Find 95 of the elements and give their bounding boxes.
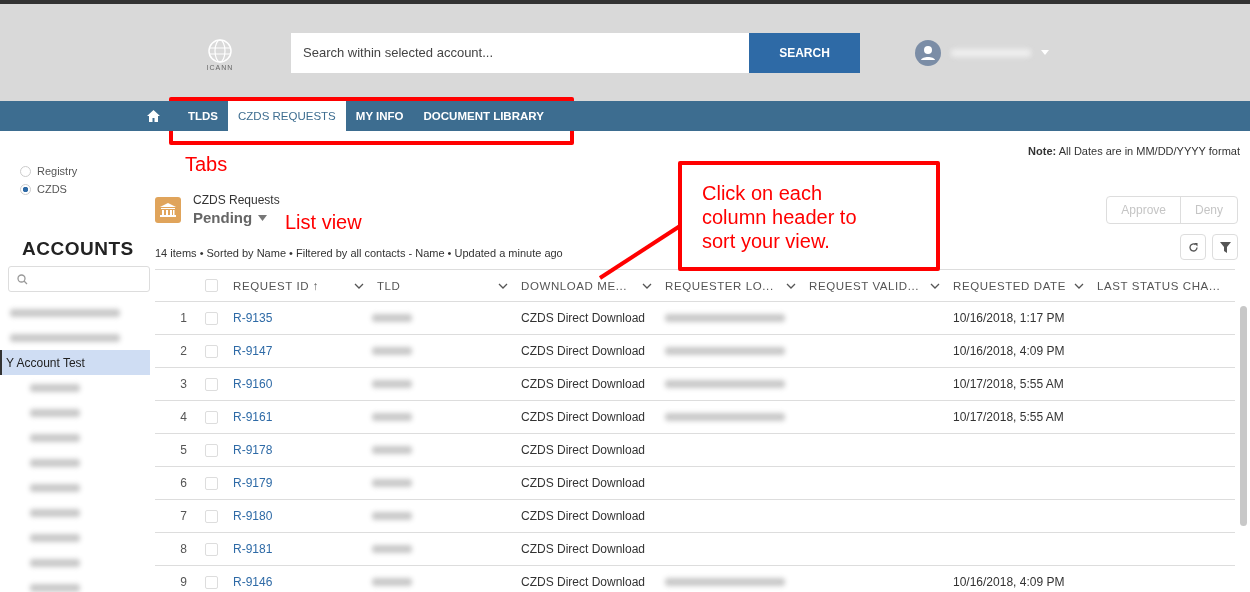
redacted-account[interactable] xyxy=(30,458,80,467)
chevron-down-icon[interactable] xyxy=(642,282,652,289)
search-button[interactable]: SEARCH xyxy=(749,32,860,73)
redacted-account[interactable] xyxy=(30,383,80,392)
filter-button[interactable] xyxy=(1212,234,1238,260)
refresh-button[interactable] xyxy=(1180,234,1206,260)
redacted-account[interactable] xyxy=(30,433,80,442)
table-cell: CZDS Direct Download xyxy=(521,542,646,556)
nav-tab[interactable]: MY INFO xyxy=(345,101,414,131)
request-link[interactable]: R-9180 xyxy=(233,509,273,523)
table-cell: 10/17/2018, 5:55 AM xyxy=(953,410,1064,424)
search-field[interactable] xyxy=(8,266,150,292)
redacted-account[interactable] xyxy=(30,508,80,517)
annotation-label: Tabs xyxy=(185,153,228,176)
list-view-selector[interactable]: Pending xyxy=(193,209,268,226)
request-link[interactable]: R-9178 xyxy=(233,443,273,457)
row-checkbox[interactable] xyxy=(205,509,218,523)
accounts-heading: ACCOUNTS xyxy=(22,238,134,260)
column-header[interactable]: REQUEST VALID... xyxy=(809,279,920,292)
annotation-callout: Click on each column header to sort your view. xyxy=(678,161,940,271)
scrollbar[interactable] xyxy=(1240,306,1247,526)
row-checkbox[interactable] xyxy=(205,344,218,358)
request-link[interactable]: R-9147 xyxy=(233,344,273,358)
redacted-account[interactable] xyxy=(30,408,80,417)
row-number: 6 xyxy=(180,476,187,490)
avatar-icon[interactable] xyxy=(915,39,941,66)
redacted-account[interactable] xyxy=(30,558,80,567)
redacted-account[interactable] xyxy=(30,583,80,592)
request-link[interactable]: R-9179 xyxy=(233,476,273,490)
row-checkbox[interactable] xyxy=(205,410,218,424)
date-format-note: Note: All Dates are in MM/DD/YYYY format xyxy=(1028,145,1241,157)
column-header[interactable]: REQUESTER LO... xyxy=(665,279,774,292)
table-cell: 10/16/2018, 4:09 PM xyxy=(953,575,1065,589)
object-label: CZDS Requests xyxy=(193,193,280,207)
caret-icon[interactable] xyxy=(258,214,268,221)
table-cell: 10/17/2018, 5:55 AM xyxy=(953,377,1064,391)
column-header[interactable]: LAST STATUS CHA... xyxy=(1097,279,1221,292)
table-cell: 10/16/2018, 4:09 PM xyxy=(953,344,1065,358)
chevron-down-icon[interactable] xyxy=(786,282,796,289)
table-cell: CZDS Direct Download xyxy=(521,575,646,589)
nav-tab[interactable]: DOCUMENT LIBRARY xyxy=(413,101,554,131)
list-summary: 14 items • Sorted by Name • Filtered by all contacts - Name • Updated a minute ago xyxy=(155,247,563,259)
nav-tab[interactable]: CZDS REQUESTS xyxy=(228,101,346,131)
request-link[interactable]: R-9181 xyxy=(233,542,273,556)
chevron-down-icon[interactable] xyxy=(354,282,364,289)
table-cell: CZDS Direct Download xyxy=(521,311,646,325)
account-item[interactable]: Y Account Test xyxy=(0,350,150,375)
request-link[interactable]: R-9135 xyxy=(233,311,273,325)
row-number: 5 xyxy=(180,443,187,457)
building-icon xyxy=(155,196,181,223)
row-number: 2 xyxy=(180,344,187,358)
row-checkbox[interactable] xyxy=(205,542,218,556)
row-number: 3 xyxy=(180,377,187,391)
table-cell: 10/16/2018, 1:17 PM xyxy=(953,311,1065,325)
column-header[interactable]: TLD xyxy=(377,279,401,292)
request-link[interactable]: R-9161 xyxy=(233,410,273,424)
row-number: 8 xyxy=(180,542,187,556)
row-checkbox[interactable] xyxy=(205,311,218,325)
search-field[interactable]: Search within selected account... xyxy=(291,32,749,73)
chevron-down-icon[interactable] xyxy=(930,282,940,289)
row-checkbox[interactable] xyxy=(205,575,218,589)
column-header[interactable]: REQUESTED DATE xyxy=(953,279,1066,292)
column-header[interactable]: REQUEST ID ↑ xyxy=(233,279,320,292)
table-cell: CZDS Direct Download xyxy=(521,377,646,391)
filter-icon[interactable] xyxy=(1219,241,1231,253)
table-cell: CZDS Direct Download xyxy=(521,443,646,457)
column-header[interactable]: DOWNLOAD ME... xyxy=(521,279,628,292)
row-checkbox[interactable] xyxy=(205,476,218,490)
search-icon xyxy=(17,273,28,285)
row-number: 1 xyxy=(180,311,187,325)
nav-tab[interactable]: TLDS xyxy=(178,101,229,131)
table-cell: CZDS Direct Download xyxy=(521,509,646,523)
radio-option[interactable]: CZDS xyxy=(0,180,67,198)
select-all-checkbox[interactable] xyxy=(205,279,218,292)
row-number: 9 xyxy=(180,575,187,589)
redacted-account[interactable] xyxy=(10,333,120,342)
row-number: 4 xyxy=(180,410,187,424)
redacted-account[interactable] xyxy=(10,308,120,317)
table-cell: CZDS Direct Download xyxy=(521,344,646,358)
radio-option[interactable]: Registry xyxy=(0,162,78,180)
request-link[interactable]: R-9146 xyxy=(233,575,273,589)
table-cell: CZDS Direct Download xyxy=(521,476,646,490)
chevron-down-icon[interactable] xyxy=(1074,282,1084,289)
row-number: 7 xyxy=(180,509,187,523)
row-checkbox[interactable] xyxy=(205,377,218,391)
request-link[interactable]: R-9160 xyxy=(233,377,273,391)
home-icon[interactable] xyxy=(147,110,160,122)
table-cell: CZDS Direct Download xyxy=(521,410,646,424)
chevron-down-icon[interactable] xyxy=(498,282,508,289)
refresh-icon[interactable] xyxy=(1187,241,1199,253)
row-checkbox[interactable] xyxy=(205,443,218,457)
globe-logo-icon xyxy=(207,38,233,64)
redacted-account[interactable] xyxy=(30,483,80,492)
annotation-label: List view xyxy=(285,211,362,234)
redacted-account[interactable] xyxy=(30,533,80,542)
